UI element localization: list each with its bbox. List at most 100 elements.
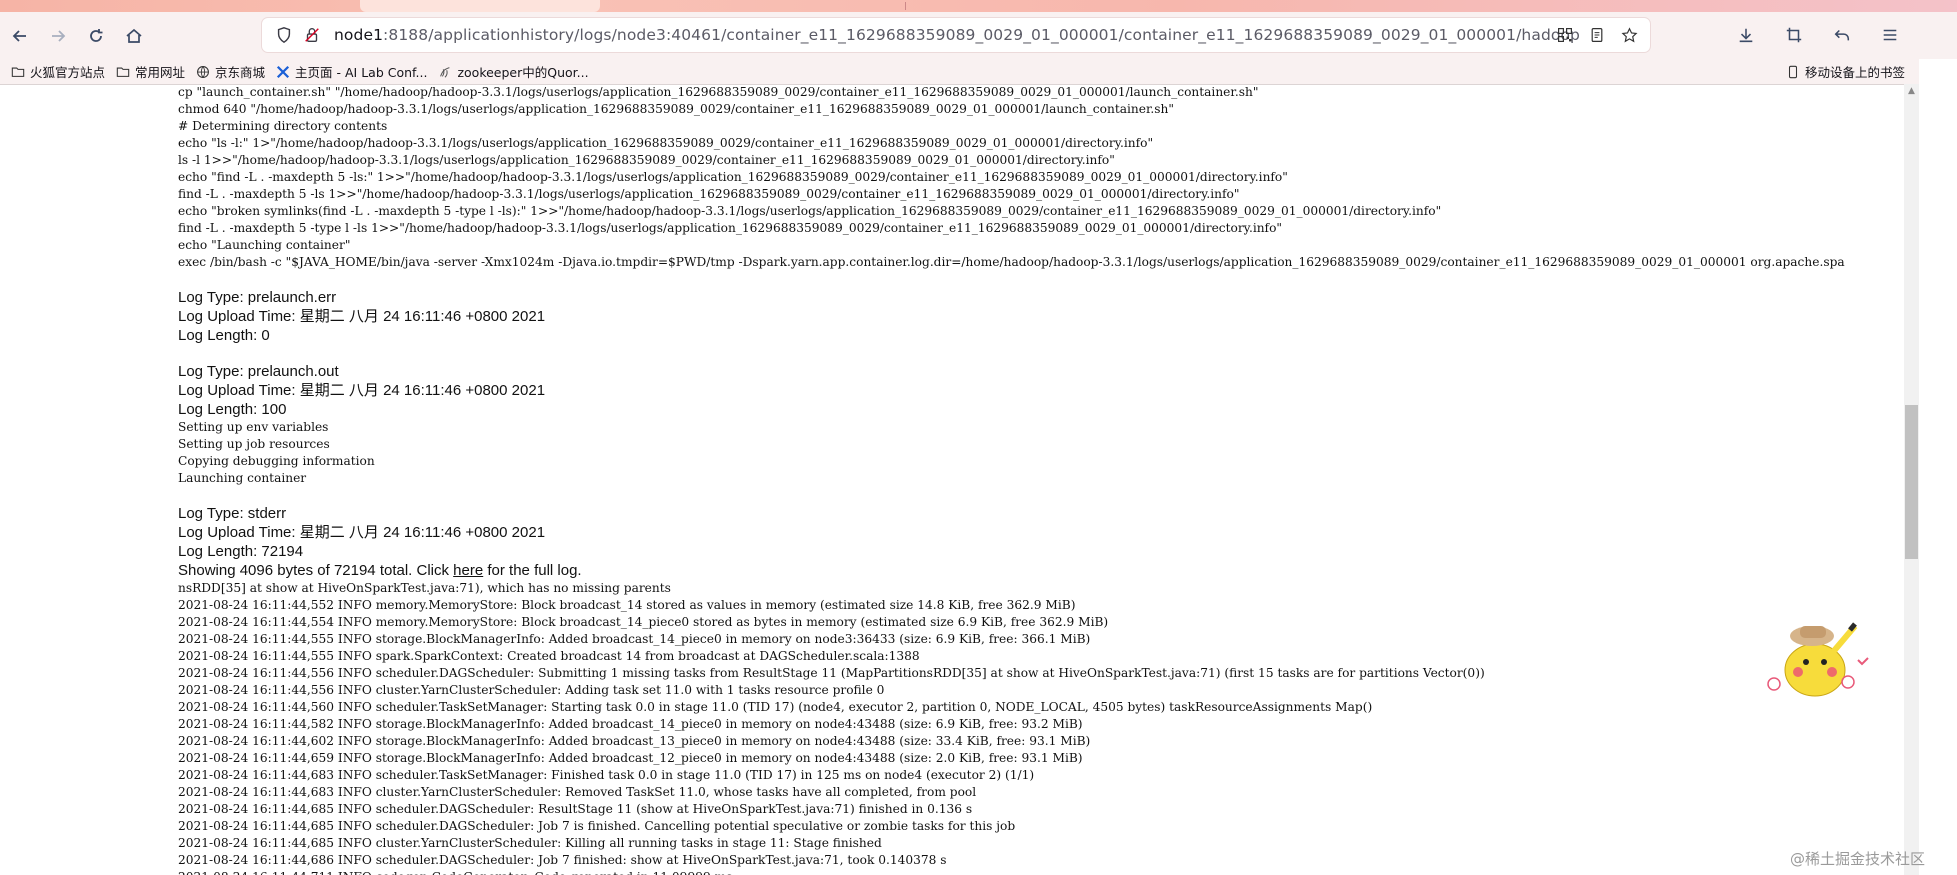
back-button[interactable]: [2, 18, 38, 54]
folder-icon: [10, 64, 26, 80]
full-log-link[interactable]: here: [453, 562, 483, 579]
url-host: node1: [334, 26, 384, 44]
script-line: find -L . -maxdepth 5 -ls 1>>"/home/hado…: [178, 187, 1240, 201]
bookmark-label: 京东商城: [215, 65, 266, 80]
home-icon: [126, 28, 142, 43]
log-upload-time: Log Upload Time: 星期二 八月 24 16:11:46 +080…: [178, 382, 546, 399]
log-line: 2021-08-24 16:11:44,582 INFO storage.Blo…: [178, 717, 1083, 731]
downloads-icon[interactable]: [1729, 18, 1763, 52]
scrollbar-thumb[interactable]: [1905, 405, 1918, 559]
bookmark-star-icon[interactable]: [1616, 22, 1642, 48]
stderr-section: Log Type: stderr Log Upload Time: 星期二 八月…: [178, 504, 1900, 875]
reload-button[interactable]: [78, 18, 114, 54]
log-line: 2021-08-24 16:11:44,554 INFO memory.Memo…: [178, 615, 1109, 629]
url-path: :8188/applicationhistory/logs/node3:4046…: [383, 26, 1580, 44]
log-type: Log Type: prelaunch.out: [178, 363, 339, 380]
script-line: echo "broken symlinks(find -L . -maxdept…: [178, 204, 1442, 218]
log-line: 2021-08-24 16:11:44,552 INFO memory.Memo…: [178, 598, 1076, 612]
mobile-bookmarks[interactable]: 移动设备上的书签: [1785, 62, 1905, 81]
qr-code-icon[interactable]: [1552, 22, 1578, 48]
log-content-block: Setting up env variables Setting up job r…: [178, 419, 1900, 487]
bookmark-label: 火狐官方站点: [30, 65, 106, 80]
log-sections: Log Type: prelaunch.err Log Upload Time: …: [178, 288, 1900, 504]
log-line: 2021-08-24 16:11:44,560 INFO scheduler.T…: [178, 700, 1373, 714]
log-line: Copying debugging information: [178, 454, 375, 468]
menu-hamburger-icon[interactable]: [1873, 18, 1907, 52]
log-length: Log Length: 100: [178, 401, 287, 418]
tab-strip: [0, 0, 1957, 12]
bookmark-label: 常用网址: [135, 65, 186, 80]
bookmark-item[interactable]: 主页面 - AI Lab Conf...: [275, 62, 427, 81]
script-line: cp "launch_container.sh" "/home/hadoop/h…: [178, 85, 1259, 99]
tracking-shield-icon[interactable]: [270, 21, 298, 49]
bookmark-item[interactable]: 京东商城: [195, 62, 265, 81]
ai-lab-icon: [275, 64, 291, 80]
log-line: nsRDD[35] at show at HiveOnSparkTest.jav…: [178, 581, 671, 595]
active-tab[interactable]: [360, 0, 600, 12]
log-section: Log Type: prelaunch.out Log Upload Time: …: [178, 362, 1900, 504]
screenshot-crop-icon[interactable]: [1777, 18, 1811, 52]
folder-icon: [115, 64, 131, 80]
log-line: 2021-08-24 16:11:44,711 INFO codegen.Cod…: [178, 869, 1900, 875]
reload-icon: [90, 28, 103, 42]
home-button[interactable]: [116, 18, 152, 54]
bookmark-label: zookeeper中的Quor...: [457, 65, 589, 80]
log-line: 2021-08-24 16:11:44,602 INFO storage.Blo…: [178, 734, 1091, 748]
tab-separator: [905, 2, 906, 10]
log-section: Log Type: prelaunch.err Log Upload Time: …: [178, 288, 1900, 362]
mobile-bookmarks-label: 移动设备上的书签: [1804, 65, 1905, 80]
watermark-text: @稀土掘金技术社区: [1790, 850, 1926, 868]
log-upload-time: Log Upload Time: 星期二 八月 24 16:11:46 +080…: [178, 524, 546, 541]
log-length: Log Length: 72194: [178, 543, 304, 560]
log-line: Setting up job resources: [178, 437, 330, 451]
log-line: 2021-08-24 16:11:44,685 INFO scheduler.D…: [178, 819, 1016, 833]
zookeeper-icon: [437, 64, 453, 80]
stderr-log-block: nsRDD[35] at show at HiveOnSparkTest.jav…: [178, 580, 1900, 875]
log-line: 2021-08-24 16:11:44,556 INFO cluster.Yar…: [178, 683, 885, 697]
script-line: exec /bin/bash -c "$JAVA_HOME/bin/java -…: [178, 255, 1845, 269]
pikachu-mascot-icon: [1760, 612, 1870, 702]
log-line: 2021-08-24 16:11:44,686 INFO scheduler.D…: [178, 853, 947, 867]
back-arrow-icon: [12, 29, 26, 42]
log-line: Launching container: [178, 471, 307, 485]
script-line: chmod 640 "/home/hadoop/hadoop-3.3.1/log…: [178, 102, 1175, 116]
log-line: 2021-08-24 16:11:44,659 INFO storage.Blo…: [178, 751, 1083, 765]
log-line: 2021-08-24 16:11:44,683 INFO cluster.Yar…: [178, 785, 977, 799]
showing-prefix: Showing 4096 bytes of 72194 total. Click: [178, 562, 454, 579]
navigation-toolbar: node1:8188/applicationhistory/logs/node3…: [0, 12, 1957, 59]
log-upload-time: Log Upload Time: 星期二 八月 24 16:11:46 +080…: [178, 308, 546, 325]
bookmark-item[interactable]: 火狐官方站点: [10, 62, 105, 81]
log-line: Setting up env variables: [178, 420, 329, 434]
log-length: Log Length: 0: [178, 327, 270, 344]
log-line: 2021-08-24 16:11:44,685 INFO scheduler.D…: [178, 802, 973, 816]
right-margin: [1919, 59, 1957, 875]
log-line: 2021-08-24 16:11:44,555 INFO storage.Blo…: [178, 632, 1091, 646]
insecure-lock-icon[interactable]: [298, 21, 326, 49]
log-type: Log Type: prelaunch.err: [178, 289, 337, 306]
bookmark-item[interactable]: 常用网址: [115, 62, 185, 81]
reader-view-icon[interactable]: [1584, 22, 1610, 48]
showing-suffix: for the full log.: [483, 562, 582, 579]
log-line: 2021-08-24 16:11:44,685 INFO cluster.Yar…: [178, 836, 882, 850]
log-line: 2021-08-24 16:11:44,683 INFO scheduler.T…: [178, 768, 1035, 782]
log-page: cp "launch_container.sh" "/home/hadoop/h…: [178, 84, 1900, 875]
forward-arrow-icon: [52, 29, 66, 42]
globe-icon: [195, 64, 211, 80]
log-type: Log Type: stderr: [178, 505, 287, 522]
address-bar[interactable]: node1:8188/applicationhistory/logs/node3…: [262, 18, 1650, 52]
showing-bytes-text: Showing 4096 bytes of 72194 total. Click…: [178, 561, 1900, 580]
launch-script-block: cp "launch_container.sh" "/home/hadoop/h…: [178, 84, 1900, 271]
url-text[interactable]: node1:8188/applicationhistory/logs/node3…: [334, 26, 1580, 44]
script-line: echo "find -L . -maxdepth 5 -ls:" 1>>"/h…: [178, 170, 1288, 184]
script-line: # Determining directory contents: [178, 119, 388, 133]
forward-button[interactable]: [40, 18, 76, 54]
mobile-device-icon: [1785, 64, 1801, 80]
bookmarks-bar: 火狐官方站点 常用网址 京东商城 主页面 - AI Lab Conf... zo…: [0, 59, 1919, 85]
bookmark-item[interactable]: zookeeper中的Quor...: [437, 62, 589, 81]
scroll-up-arrow-icon[interactable]: ▲: [1904, 84, 1919, 99]
undo-arrow-icon[interactable]: [1825, 18, 1859, 52]
bookmark-label: 主页面 - AI Lab Conf...: [295, 65, 428, 80]
log-line: 2021-08-24 16:11:44,555 INFO spark.Spark…: [178, 649, 920, 663]
script-line: ls -l 1>>"/home/hadoop/hadoop-3.3.1/logs…: [178, 153, 1115, 167]
script-line: echo "ls -l:" 1>"/home/hadoop/hadoop-3.3…: [178, 136, 1154, 150]
